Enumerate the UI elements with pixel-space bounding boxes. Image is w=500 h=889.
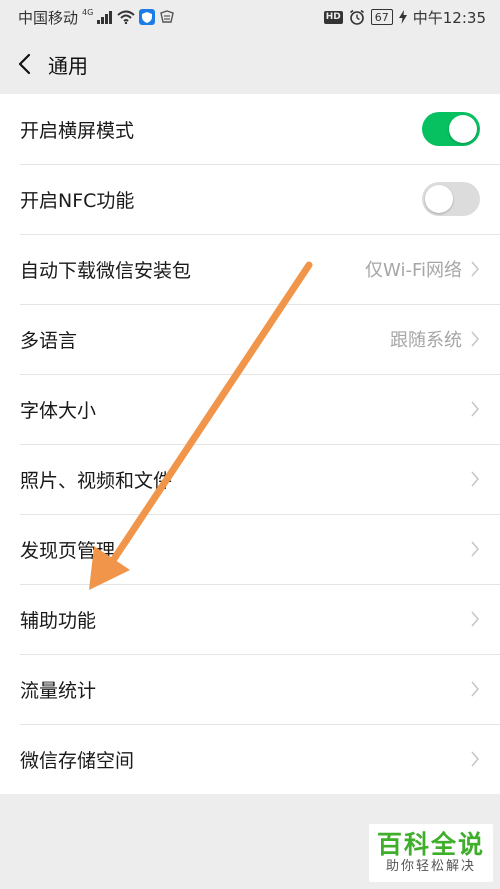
status-time: 中午12:35 xyxy=(412,8,486,27)
setting-value: 仅Wi-Fi网络 xyxy=(365,260,462,281)
setting-control xyxy=(470,470,480,488)
setting-control: 仅Wi-Fi网络 xyxy=(365,256,480,282)
alarm-icon xyxy=(349,9,364,25)
settings-list: 开启横屏模式 开启NFC功能 自动下载微信安装包 仅Wi-Fi网络 多语言 跟随… xyxy=(0,94,500,794)
wifi-icon xyxy=(117,10,135,24)
setting-label: 流量统计 xyxy=(20,679,97,702)
chevron-right-icon xyxy=(471,751,480,767)
setting-language[interactable]: 多语言 跟随系统 xyxy=(0,304,500,374)
watermark-logo: 百科全说 助你轻松解决 xyxy=(369,824,493,882)
watermark-subtitle: 助你轻松解决 xyxy=(385,859,476,874)
setting-control xyxy=(422,112,480,146)
setting-landscape-mode[interactable]: 开启横屏模式 xyxy=(0,94,500,164)
setting-label: 多语言 xyxy=(20,329,78,352)
setting-label: 微信存储空间 xyxy=(20,749,135,772)
setting-control xyxy=(422,182,480,216)
chevron-right-icon xyxy=(471,611,480,627)
toggle-knob xyxy=(449,115,477,143)
status-left: 中国移动 4G xyxy=(18,7,175,28)
hd-badge: HD xyxy=(323,10,343,24)
setting-control xyxy=(470,400,480,418)
setting-control xyxy=(470,680,480,698)
carrier-name: 中国移动 xyxy=(18,8,79,27)
back-arrow-icon xyxy=(18,53,31,75)
chevron-right-icon xyxy=(471,471,480,487)
status-right: HD 67 中午12:35 xyxy=(323,7,486,28)
chevron-right-icon xyxy=(471,681,480,697)
landscape-toggle[interactable] xyxy=(422,112,480,146)
setting-label: 开启横屏模式 xyxy=(20,119,135,142)
status-bar: 中国移动 4G HD 67 中午12:35 xyxy=(0,0,500,34)
setting-control xyxy=(470,540,480,558)
setting-control: 跟随系统 xyxy=(390,326,480,352)
charging-icon xyxy=(398,10,407,24)
setting-storage[interactable]: 微信存储空间 xyxy=(0,724,500,794)
setting-label: 辅助功能 xyxy=(20,609,97,632)
page-title: 通用 xyxy=(48,53,88,78)
setting-data-usage[interactable]: 流量统计 xyxy=(0,654,500,724)
chevron-right-icon xyxy=(471,331,480,347)
battery-level: 67 xyxy=(370,9,393,25)
setting-control xyxy=(470,610,480,628)
signal-icon xyxy=(97,10,113,24)
nfc-toggle[interactable] xyxy=(422,182,480,216)
network-type: 4G xyxy=(82,7,94,17)
setting-accessibility[interactable]: 辅助功能 xyxy=(0,584,500,654)
shield-app-icon xyxy=(139,9,156,25)
chevron-right-icon xyxy=(471,541,480,557)
back-button[interactable] xyxy=(2,34,46,94)
chevron-right-icon xyxy=(471,261,480,277)
setting-auto-download[interactable]: 自动下载微信安装包 仅Wi-Fi网络 xyxy=(0,234,500,304)
setting-label: 发现页管理 xyxy=(20,539,116,562)
setting-photos-videos-files[interactable]: 照片、视频和文件 xyxy=(0,444,500,514)
setting-nfc[interactable]: 开启NFC功能 xyxy=(0,164,500,234)
chevron-right-icon xyxy=(471,401,480,417)
setting-font-size[interactable]: 字体大小 xyxy=(0,374,500,444)
watermark-title: 百科全说 xyxy=(376,830,485,859)
setting-label: 字体大小 xyxy=(20,399,97,422)
setting-label: 自动下载微信安装包 xyxy=(20,259,192,282)
setting-control xyxy=(470,750,480,768)
setting-label: 照片、视频和文件 xyxy=(20,469,173,492)
toggle-knob xyxy=(425,185,453,213)
notification-icon xyxy=(160,10,175,23)
page-header: 通用 xyxy=(0,34,500,94)
setting-label: 开启NFC功能 xyxy=(20,189,135,212)
setting-value: 跟随系统 xyxy=(390,330,462,351)
setting-discover-management[interactable]: 发现页管理 xyxy=(0,514,500,584)
